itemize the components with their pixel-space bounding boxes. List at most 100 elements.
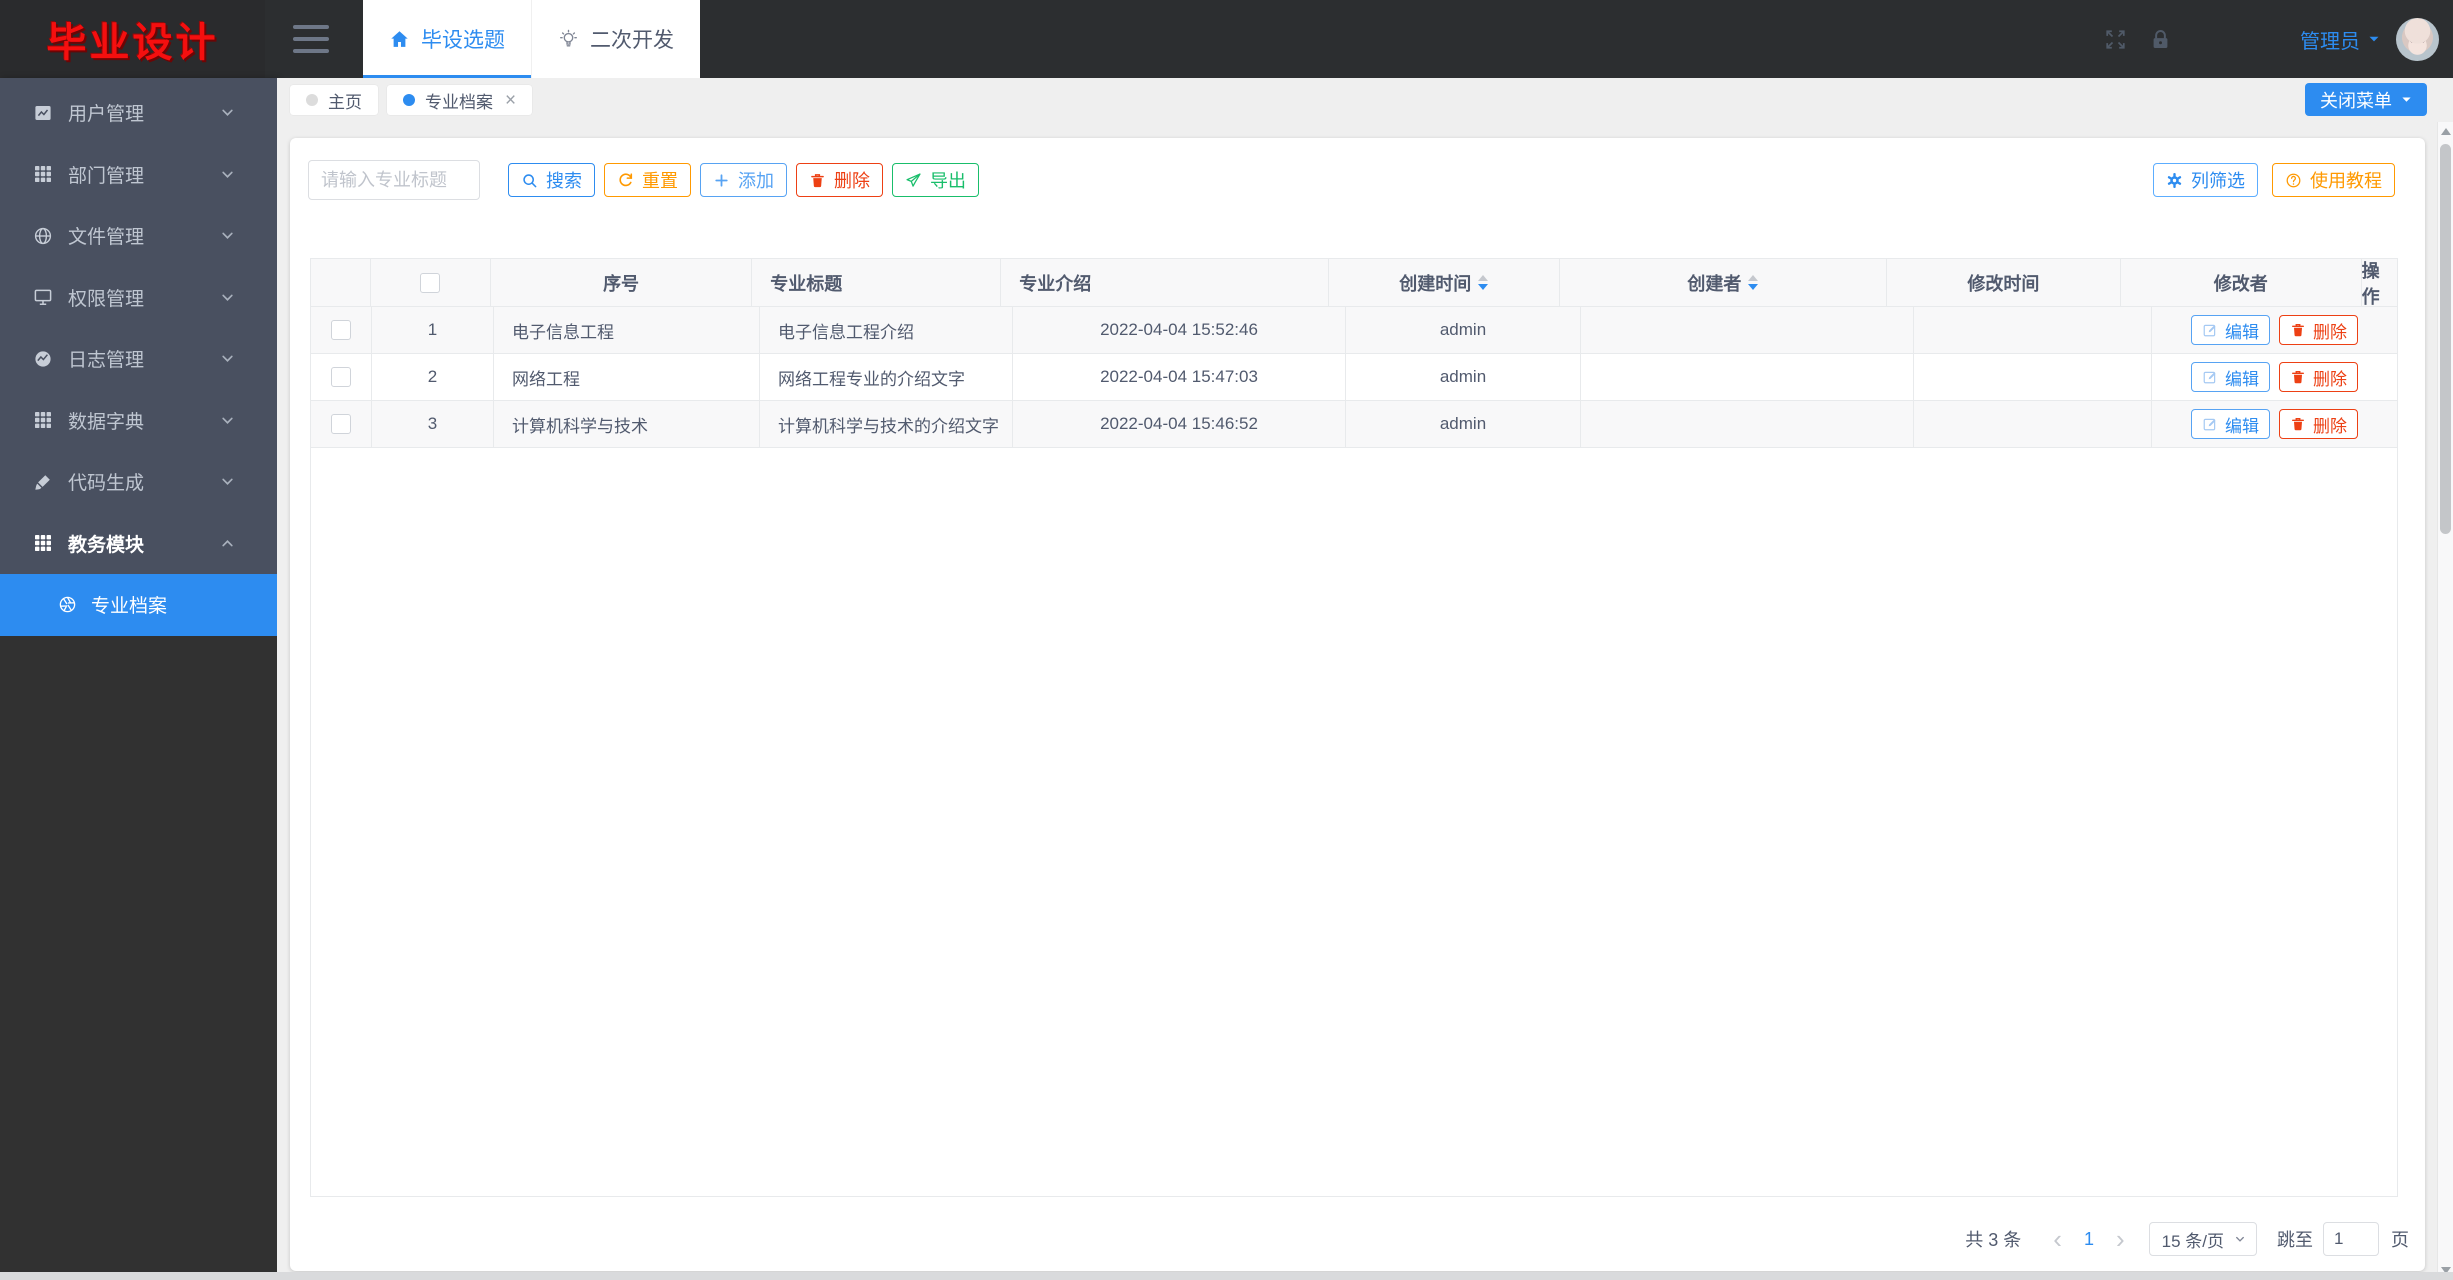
next-page-button[interactable]: › <box>2106 1226 2135 1252</box>
chevron-icon <box>220 290 235 305</box>
toolbar-button[interactable]: 导出 <box>892 163 979 197</box>
table-header-cell: 专业标题 <box>752 259 1002 306</box>
column-label: 创建时间 <box>1399 273 1472 294</box>
toolbar-button[interactable]: 列筛选 <box>2153 163 2258 197</box>
column-label: 创建者 <box>1687 273 1742 294</box>
row-checkbox[interactable] <box>331 367 351 387</box>
row-checkbox-cell <box>311 354 372 400</box>
toolbar-button[interactable]: 重置 <box>604 163 691 197</box>
creator-cell: admin <box>1346 307 1581 353</box>
menu-item-icon <box>33 533 53 553</box>
fullscreen-icon[interactable] <box>2104 28 2127 51</box>
sidebar-menu-item[interactable]: 数据字典 <box>0 390 277 452</box>
edit-label: 编辑 <box>2225 416 2259 436</box>
chevron-icon <box>220 536 235 551</box>
menu-item-label: 部门管理 <box>68 165 145 187</box>
top-tab-label: 二次开发 <box>590 29 674 52</box>
button-label: 删除 <box>834 171 870 191</box>
scrollbar-thumb[interactable] <box>2440 144 2451 534</box>
caret-down-icon <box>2368 33 2380 45</box>
top-tab-label: 毕设选题 <box>421 29 505 52</box>
toolbar-button[interactable]: 搜索 <box>508 163 595 197</box>
menu-item-label: 教务模块 <box>68 534 145 556</box>
sidebar-menu-item[interactable]: 用户管理 <box>0 82 277 144</box>
app-logo: 毕业设计 <box>0 0 265 78</box>
edit-button[interactable]: 编辑 <box>2191 362 2270 392</box>
button-icon <box>2285 172 2302 189</box>
topbar-right: 管理员 <box>2104 0 2439 78</box>
column-label: 修改时间 <box>1967 273 2040 294</box>
intro-cell: 计算机科学与技术的介绍文字 <box>760 401 1013 447</box>
column-label: 修改者 <box>2213 273 2268 294</box>
table-row: 1 电子信息工程 电子信息工程介绍 2022-04-04 15:52:46 ad… <box>311 307 2397 354</box>
delete-button[interactable]: 删除 <box>2279 409 2358 439</box>
top-tab-icon <box>558 29 579 50</box>
menu-item-label: 权限管理 <box>68 288 145 310</box>
page-tabs: 主页 专业档案 × <box>290 85 533 115</box>
sidebar-filler <box>0 635 277 1280</box>
toolbar-button[interactable]: 使用教程 <box>2272 163 2395 197</box>
page-tab-chip[interactable]: 主页 <box>290 85 378 115</box>
table-header-row: 序号 专业标题 专业介绍 创建时间 创建者 修改时间 修改者 操作 <box>311 259 2397 307</box>
menu-item-label: 用户管理 <box>68 104 145 126</box>
edit-button[interactable]: 编辑 <box>2191 315 2270 345</box>
menu-item-label: 日志管理 <box>68 350 145 372</box>
top-nav-tab[interactable]: 二次开发 <box>531 0 700 78</box>
delete-button[interactable]: 删除 <box>2279 315 2358 345</box>
prev-page-button[interactable]: ‹ <box>2043 1226 2072 1252</box>
pagination: 共 3 条 ‹ 1 › 15 条/页 跳至 页 <box>1965 1221 2409 1257</box>
sort-control[interactable] <box>1478 275 1489 290</box>
sidebar-menu-item[interactable]: 日志管理 <box>0 328 277 390</box>
chevron-icon <box>220 228 235 243</box>
sidebar-menu-item[interactable]: 部门管理 <box>0 144 277 206</box>
scroll-up-arrow[interactable] <box>2441 128 2451 135</box>
avatar[interactable] <box>2396 17 2439 61</box>
modified-at-cell <box>1581 401 1914 447</box>
vertical-scrollbar <box>2437 122 2453 1280</box>
column-label: 操作 <box>2361 260 2380 307</box>
row-checkbox[interactable] <box>331 414 351 434</box>
sidebar-menu-item[interactable]: 文件管理 <box>0 205 277 267</box>
sort-control[interactable] <box>1748 275 1759 290</box>
sidebar: 用户管理 部门管理 文件管理 权限管理 日志管理 数据字典 代码生成 教务模块 … <box>0 78 277 1280</box>
toolbar-button[interactable]: 添加 <box>700 163 787 197</box>
toolbar-button[interactable]: 删除 <box>796 163 883 197</box>
page-size-select[interactable]: 15 条/页 <box>2148 1222 2257 1256</box>
button-icon <box>521 172 538 189</box>
search-input[interactable] <box>308 160 480 200</box>
select-all-checkbox[interactable] <box>420 272 441 293</box>
index-cell: 2 <box>372 354 494 400</box>
sidebar-collapse-icon[interactable] <box>293 25 329 53</box>
sidebar-submenu-item-active[interactable]: 专业档案 <box>0 574 277 636</box>
toolbar-right-buttons: 列筛选 使用教程 <box>2153 163 2395 197</box>
edit-button[interactable]: 编辑 <box>2191 409 2270 439</box>
table-header-cell: 修改时间 <box>1887 259 2121 306</box>
caret-down-icon <box>2401 94 2412 105</box>
modifier-cell <box>1914 401 2152 447</box>
close-icon[interactable]: × <box>505 91 516 110</box>
table-header-cell: 修改者 <box>2121 259 2362 306</box>
delete-button[interactable]: 删除 <box>2279 362 2358 392</box>
menu-item-icon <box>33 287 53 307</box>
close-menu-button[interactable]: 关闭菜单 <box>2305 83 2427 116</box>
chevron-icon <box>220 105 235 120</box>
top-nav-tab[interactable]: 毕设选题 <box>363 0 531 78</box>
menu-item-icon <box>33 103 53 123</box>
chevron-icon <box>220 413 235 428</box>
sidebar-menu-item[interactable]: 代码生成 <box>0 451 277 513</box>
edit-label: 编辑 <box>2225 369 2259 389</box>
delete-label: 删除 <box>2313 322 2347 342</box>
sidebar-menu-item[interactable]: 权限管理 <box>0 267 277 329</box>
sort-asc-caret <box>1748 275 1759 281</box>
user-menu[interactable]: 管理员 <box>2300 25 2380 54</box>
sidebar-menu-item[interactable]: 教务模块 <box>0 513 277 575</box>
total-count-label: 共 3 条 <box>1965 1230 2022 1250</box>
jump-page-input[interactable] <box>2323 1222 2379 1256</box>
button-label: 添加 <box>738 171 774 191</box>
menu-item-icon <box>33 410 53 430</box>
row-checkbox[interactable] <box>331 320 351 340</box>
page-tab-chip[interactable]: 专业档案 × <box>387 85 533 115</box>
sort-desc-caret <box>1478 284 1489 290</box>
lock-icon[interactable] <box>2149 28 2172 51</box>
page-number[interactable]: 1 <box>2072 1229 2106 1250</box>
